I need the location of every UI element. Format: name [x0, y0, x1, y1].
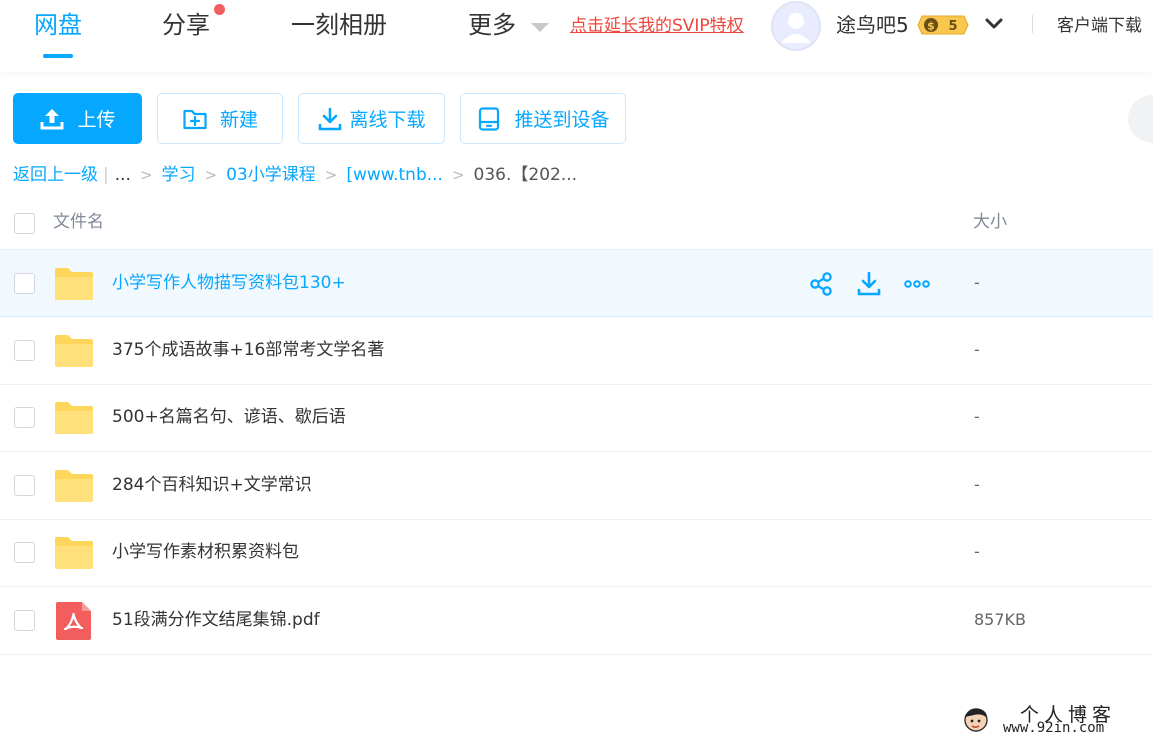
file-size: - — [974, 340, 980, 359]
row-checkbox[interactable] — [14, 542, 35, 563]
row-checkbox[interactable] — [14, 475, 35, 496]
file-list-header: 文件名 大小 — [0, 200, 1153, 248]
table-row[interactable]: 小学写作素材积累资料包 - — [0, 519, 1153, 587]
nav-tab-netdisk[interactable]: 网盘 — [34, 8, 82, 42]
breadcrumb-ellipsis[interactable]: ... — [115, 163, 131, 187]
push-to-device-label: 推送到设备 — [514, 109, 610, 131]
select-all-checkbox[interactable] — [14, 213, 35, 234]
share-icon[interactable] — [808, 271, 834, 297]
notification-dot — [214, 4, 225, 15]
chevron-down-icon[interactable] — [984, 14, 1004, 34]
breadcrumb-item[interactable]: [www.tnb... — [346, 163, 443, 187]
nav-divider — [1032, 15, 1033, 33]
file-size: 857KB — [974, 610, 1027, 629]
column-filename[interactable]: 文件名 — [53, 210, 104, 234]
vip-badge-icon[interactable]: $ 5 — [916, 12, 970, 38]
folder-icon — [55, 335, 93, 367]
breadcrumb-current: 036.【202... — [473, 165, 578, 185]
file-name[interactable]: 小学写作人物描写资料包130+ — [112, 271, 346, 295]
new-folder-icon — [183, 109, 207, 129]
more-options-icon[interactable] — [904, 271, 930, 297]
new-label: 新建 — [219, 109, 258, 131]
pdf-file-icon — [56, 602, 91, 640]
file-name[interactable]: 500+名篇名句、谚语、歇后语 — [112, 405, 346, 429]
new-button[interactable]: 新建 — [157, 93, 283, 144]
svip-promo-link[interactable]: 点击延长我的SVIP特权 — [570, 14, 744, 38]
top-navigation-bar: 网盘 分享 一刻相册 更多 点击延长我的SVIP特权 途鸟吧5 $ 5 客户端下… — [0, 0, 1153, 72]
column-size[interactable]: 大小 — [973, 210, 1007, 234]
folder-icon — [55, 268, 93, 300]
download-icon — [319, 107, 342, 130]
nav-tab-share[interactable]: 分享 — [162, 8, 210, 42]
upload-button[interactable]: 上传 — [13, 93, 142, 144]
watermark-face-icon — [964, 708, 988, 732]
file-size: - — [974, 542, 980, 561]
caret-down-icon[interactable] — [531, 23, 549, 32]
username[interactable]: 途鸟吧5 — [836, 11, 909, 39]
breadcrumb-divider: | — [103, 165, 109, 185]
chevron-right-icon: > — [324, 166, 338, 184]
breadcrumb: 返回上一级 | ... > 学习 > 03小学课程 > [www.tnb... … — [13, 163, 577, 187]
breadcrumb-item[interactable]: 03小学课程 — [226, 163, 316, 187]
table-row[interactable]: 小学写作人物描写资料包130+ - — [0, 249, 1153, 317]
download-icon[interactable] — [856, 271, 882, 297]
row-checkbox[interactable] — [14, 407, 35, 428]
svg-text:$: $ — [927, 20, 935, 33]
avatar-person-icon — [781, 13, 811, 43]
folder-icon — [55, 402, 93, 434]
folder-icon — [55, 537, 93, 569]
breadcrumb-item[interactable]: 学习 — [162, 163, 196, 187]
table-row[interactable]: 500+名篇名句、谚语、歇后语 - — [0, 384, 1153, 452]
chevron-right-icon: > — [204, 166, 218, 184]
file-name[interactable]: 小学写作素材积累资料包 — [112, 540, 299, 564]
row-checkbox[interactable] — [14, 273, 35, 294]
file-size: - — [974, 407, 980, 426]
offline-download-label: 离线下载 — [349, 109, 426, 131]
user-avatar[interactable] — [771, 1, 821, 51]
offline-download-button[interactable]: 离线下载 — [298, 93, 445, 144]
device-icon — [479, 106, 500, 131]
vip-level: 5 — [948, 19, 957, 34]
upload-label: 上传 — [77, 109, 116, 131]
file-size: - — [974, 475, 980, 494]
search-toggle-button[interactable] — [1128, 95, 1153, 143]
table-row[interactable]: 375个成语故事+16部常考文学名著 - — [0, 317, 1153, 385]
upload-icon — [40, 108, 64, 129]
file-name[interactable]: 375个成语故事+16部常考文学名著 — [112, 338, 384, 362]
active-tab-indicator — [43, 54, 73, 58]
file-name[interactable]: 284个百科知识+文学常识 — [112, 473, 312, 497]
file-name[interactable]: 51段满分作文结尾集锦.pdf — [112, 608, 320, 632]
watermark-url: www.92in.com — [1003, 720, 1105, 736]
nav-tab-album[interactable]: 一刻相册 — [291, 8, 387, 42]
table-row[interactable]: 284个百科知识+文学常识 - — [0, 452, 1153, 520]
chevron-right-icon: > — [451, 166, 465, 184]
table-row[interactable]: 51段满分作文结尾集锦.pdf 857KB — [0, 587, 1153, 655]
back-link[interactable]: 返回上一级 — [13, 163, 98, 187]
client-download-link[interactable]: 客户端下载 — [1057, 14, 1142, 38]
folder-icon — [55, 470, 93, 502]
push-to-device-button[interactable]: 推送到设备 — [460, 93, 626, 144]
file-size: - — [974, 273, 980, 292]
row-checkbox[interactable] — [14, 340, 35, 361]
chevron-right-icon: > — [139, 166, 153, 184]
nav-tab-more[interactable]: 更多 — [468, 8, 516, 42]
row-checkbox[interactable] — [14, 610, 35, 631]
